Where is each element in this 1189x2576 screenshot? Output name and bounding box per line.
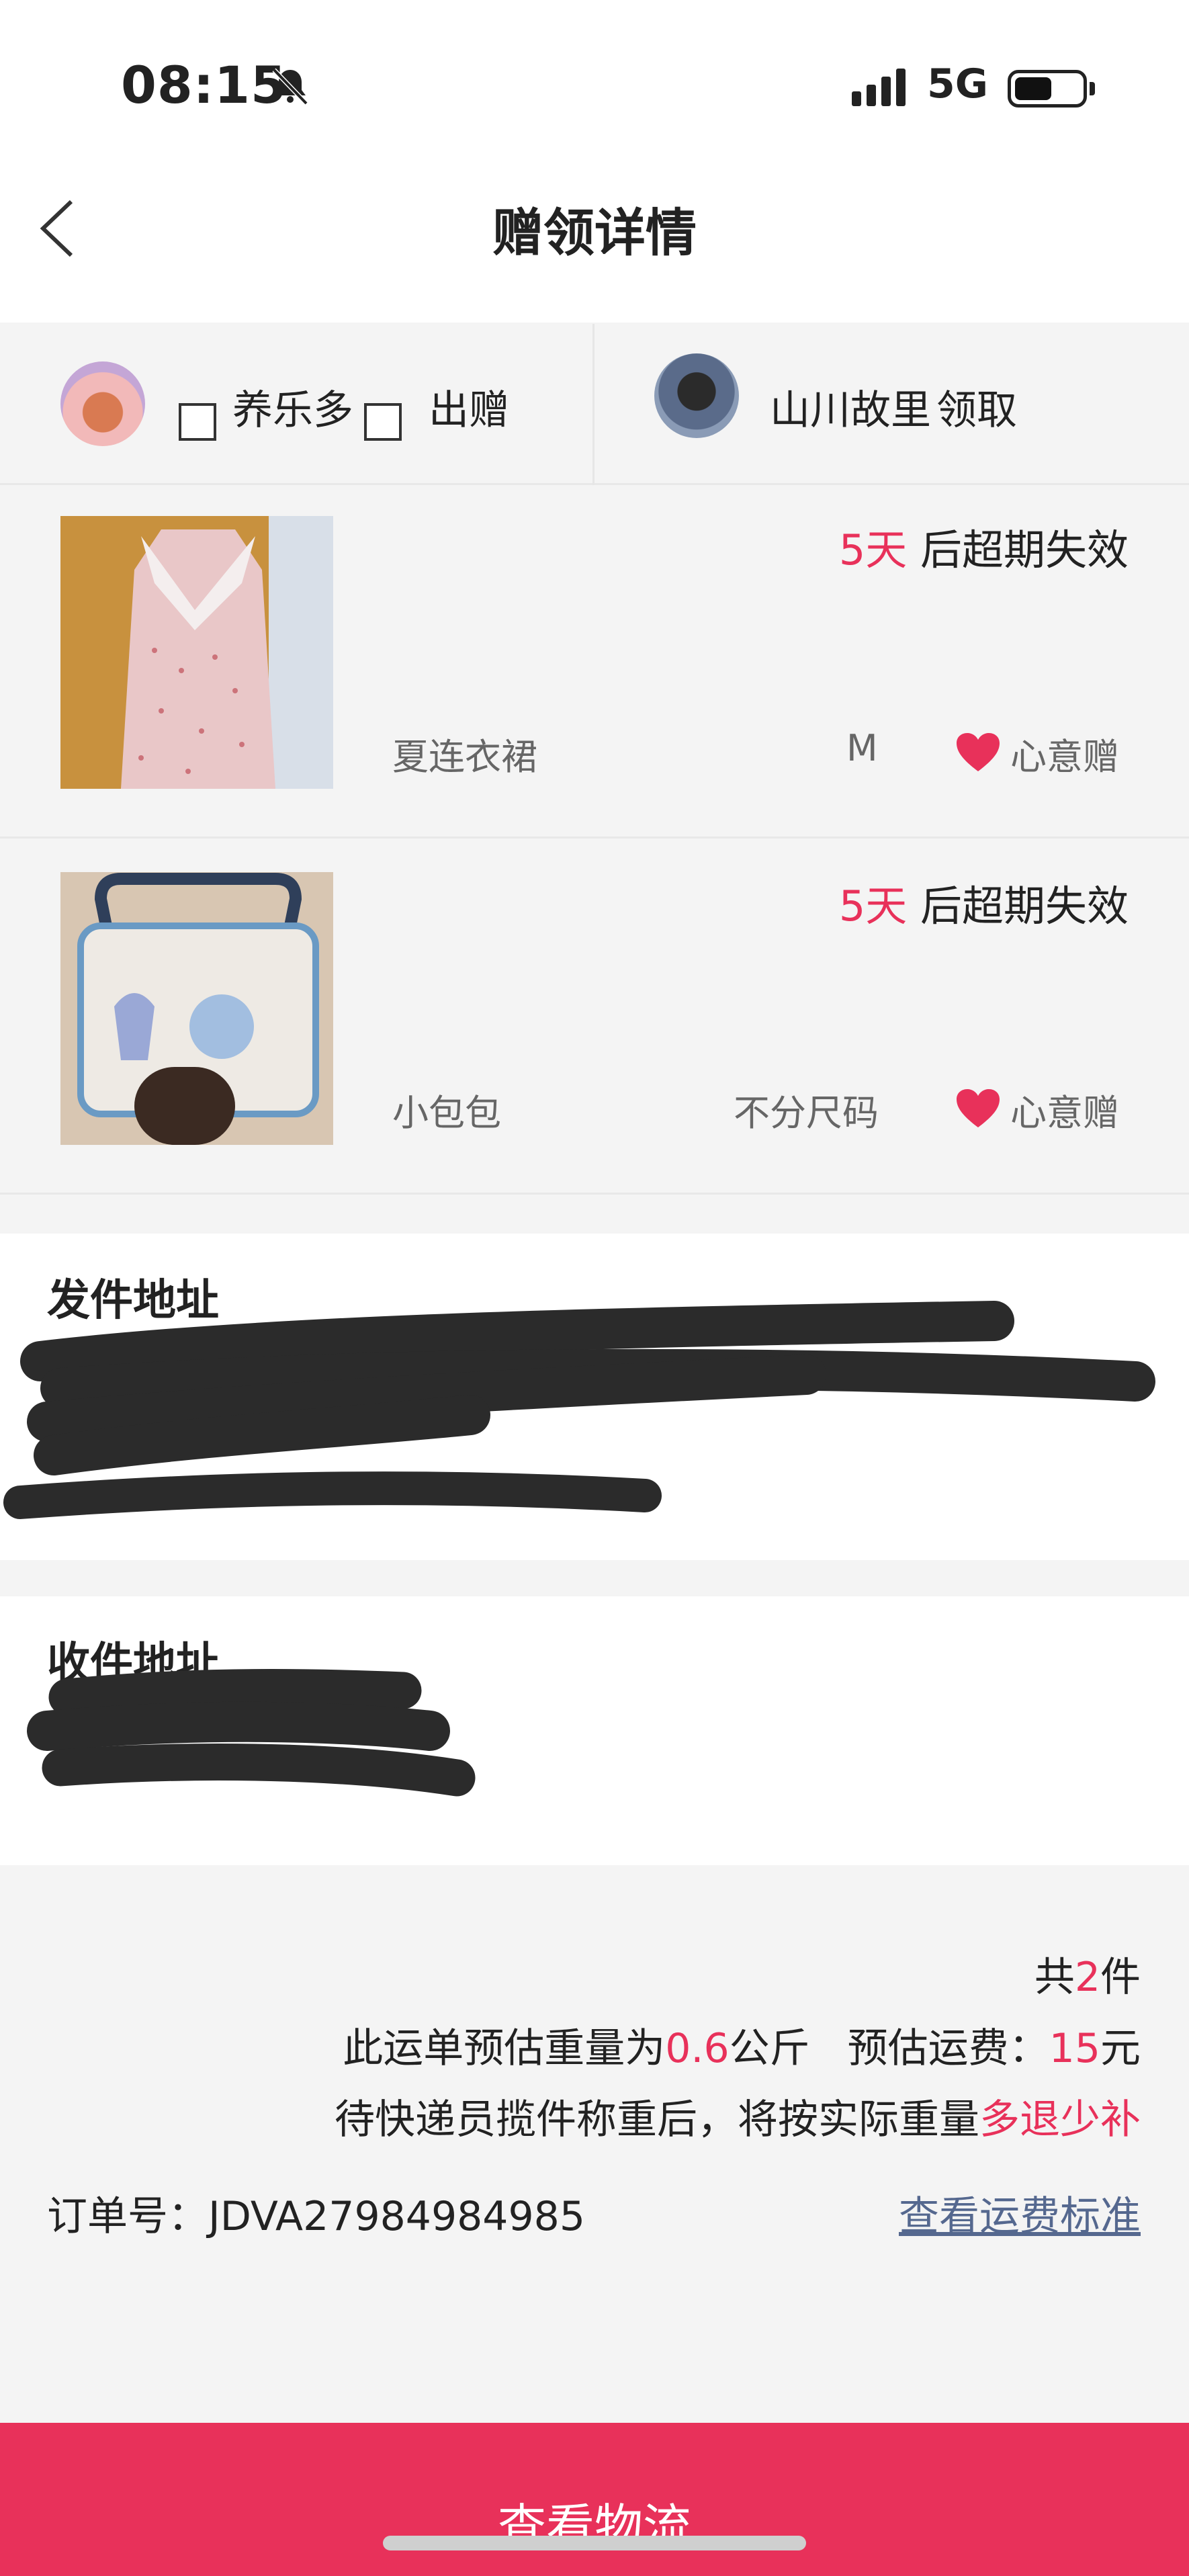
item-photo-dress[interactable] [60, 516, 333, 789]
participants-row: 养乐多 出赠 山川故里 领取 [0, 324, 1189, 485]
giver-action: 出赠 [429, 387, 509, 434]
giver-name: 养乐多 [232, 387, 353, 434]
refund-note: 待快递员揽件称重后，将按实际重量多退少补 [335, 2096, 1141, 2143]
network-label: 5G [927, 60, 988, 108]
placeholder-box-icon [364, 403, 402, 441]
fee-standard-link[interactable]: 查看运费标准 [899, 2184, 1141, 2242]
expire-notice: 5天 后超期失效 [838, 525, 1129, 574]
home-indicator[interactable] [383, 2536, 806, 2550]
page-title: 赠领详情 [492, 203, 697, 263]
gift-type: 心意赠 [1010, 1092, 1119, 1134]
gift-type: 心意赠 [1010, 736, 1119, 778]
divider [592, 324, 594, 485]
item-name: 夏连衣裙 [392, 736, 537, 778]
item-photo-bag[interactable] [60, 872, 333, 1145]
redaction-scribble [3, 1301, 1155, 1519]
redaction-scribble [27, 1669, 476, 1797]
item-card[interactable]: 5天 后超期失效 小包包 不分尺码 心意赠 [0, 841, 1189, 1195]
battery-icon [1008, 70, 1087, 108]
taker-avatar[interactable] [654, 353, 739, 438]
placeholder-box-icon [179, 403, 216, 441]
signal-icon [852, 69, 906, 106]
item-size: M [846, 727, 878, 769]
taker-action: 领取 [936, 387, 1017, 434]
shipping-summary: 共2件 此运单预估重量为0.6公斤 预估运费：15元 待快递员揽件称重后，将按实际… [0, 1865, 1189, 2423]
weight-fee-estimate: 此运单预估重量为0.6公斤 预估运费：15元 [343, 2025, 1141, 2072]
bell-muted-icon [272, 68, 308, 105]
item-name: 小包包 [392, 1092, 501, 1134]
receive-address-section: 收件地址 [0, 1596, 1189, 1865]
item-count: 共2件 [1034, 1954, 1141, 2001]
view-logistics-button[interactable]: 查看物流 [0, 2423, 1189, 2576]
heart-icon [957, 733, 1000, 771]
giver-avatar[interactable] [60, 361, 145, 446]
status-bar: 08:15 5G [0, 0, 1189, 155]
status-time: 08:15 [121, 55, 287, 115]
taker-name: 山川故里 [770, 387, 931, 434]
nav-bar: 赠领详情 [0, 155, 1189, 323]
item-card[interactable]: 5天 后超期失效 夏连衣裙 M 心意赠 [0, 485, 1189, 839]
item-size: 不分尺码 [734, 1092, 879, 1134]
order-number: 订单号：JDVA27984984985 [47, 2193, 586, 2240]
expire-notice: 5天 后超期失效 [838, 882, 1129, 931]
send-address-section: 发件地址 [0, 1234, 1189, 1560]
heart-icon [957, 1089, 1000, 1127]
